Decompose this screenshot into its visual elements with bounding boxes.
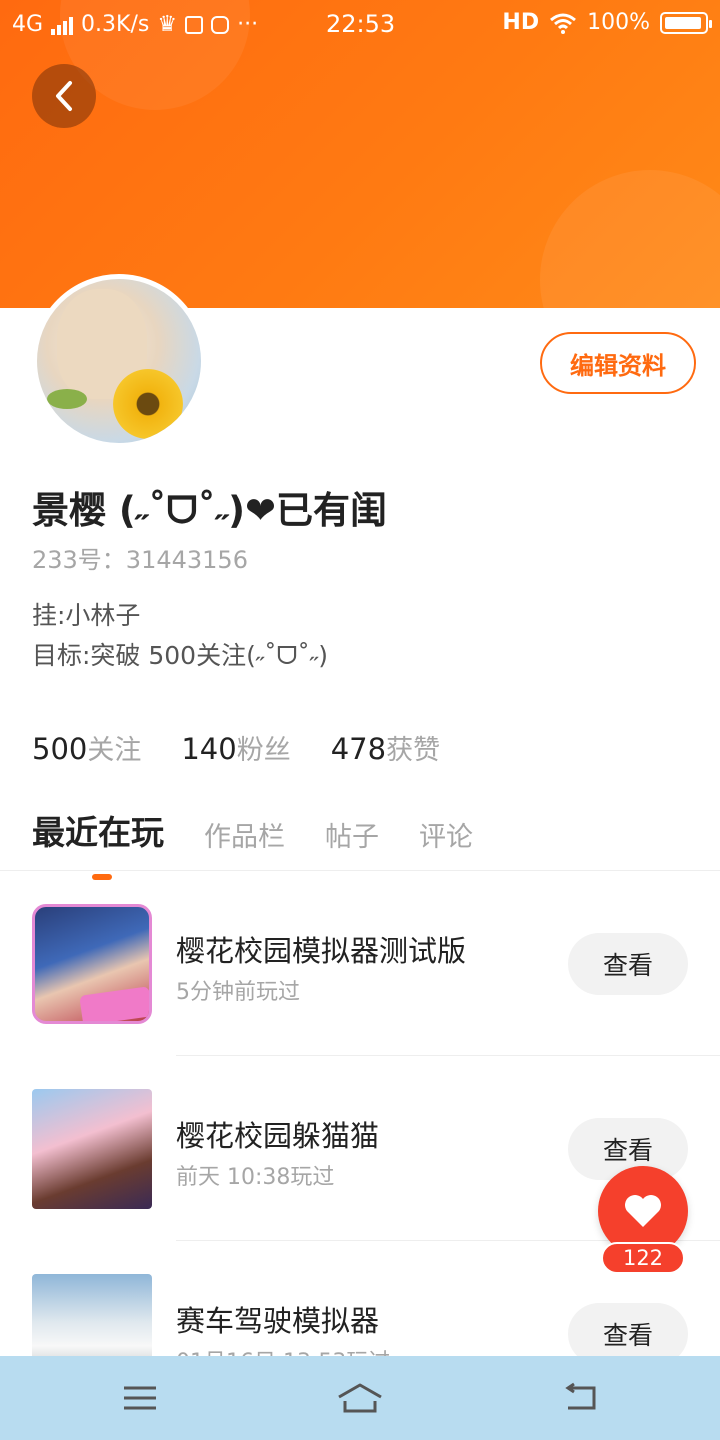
network-speed: 0.3K/s <box>81 12 150 37</box>
divider <box>176 1055 720 1056</box>
likes-stat[interactable]: 478获赞 <box>331 728 440 767</box>
home-button[interactable] <box>330 1372 390 1424</box>
game-play-time: 前天 10:38玩过 <box>176 1165 335 1190</box>
tab-works[interactable]: 作品栏 <box>204 815 285 854</box>
home-icon <box>338 1383 382 1413</box>
view-button[interactable]: 查看 <box>568 1303 688 1356</box>
following-stat[interactable]: 500关注 <box>32 728 141 767</box>
heart-icon <box>625 1195 661 1227</box>
list-item[interactable]: 樱花校园模拟器测试版 5分钟前玩过 查看 <box>0 886 720 1071</box>
network-type: 4G <box>12 12 44 37</box>
followers-stat[interactable]: 140粉丝 <box>181 728 290 767</box>
back-button[interactable] <box>32 64 96 128</box>
header-decoration <box>540 170 720 308</box>
bio-line: 挂:小林子 <box>32 601 141 630</box>
battery-icon <box>660 11 712 34</box>
edit-profile-button[interactable]: 编辑资料 <box>540 332 696 394</box>
menu-icon <box>124 1386 156 1410</box>
user-id: 233号：31443156 <box>32 546 248 574</box>
stat-number: 478 <box>330 732 387 766</box>
divider <box>0 870 720 871</box>
bio: 挂:小林子 目标:突破 500关注(˶˚ᗜ˚˶) <box>32 596 328 676</box>
game-thumbnail[interactable] <box>32 904 152 1024</box>
signal-icon <box>51 15 74 35</box>
tab-bar: 最近在玩 作品栏 帖子 评论 <box>32 806 513 880</box>
more-icon: ··· <box>237 12 259 37</box>
game-title: 赛车驾驶模拟器 <box>176 1304 380 1338</box>
stat-label: 关注 <box>87 735 142 766</box>
crown-icon: ♛ <box>157 12 178 37</box>
stats-row: 500关注 140粉丝 478获赞 <box>32 728 440 767</box>
game-title: 樱花校园模拟器测试版 <box>176 934 467 968</box>
wifi-icon <box>550 13 577 34</box>
stat-number: 140 <box>181 732 237 766</box>
game-play-time: 01月16日 13:53玩过 <box>176 1344 390 1356</box>
bio-line: 目标:突破 500关注(˶˚ᗜ˚˶) <box>32 641 328 670</box>
game-thumbnail[interactable] <box>32 1089 152 1209</box>
nickname: 景樱 (˶˚ᗜ˚˶)❤已有闺 <box>32 489 388 532</box>
stat-label: 获赞 <box>386 735 441 766</box>
tab-posts[interactable]: 帖子 <box>325 815 379 854</box>
status-bar: 4G 0.3K/s ♛ ··· 22:53 HD 100% <box>0 0 720 50</box>
chevron-left-icon <box>56 81 72 111</box>
game-title: 樱花校园躲猫猫 <box>176 1119 380 1153</box>
stat-label: 粉丝 <box>236 735 291 766</box>
view-button[interactable]: 查看 <box>568 933 688 995</box>
return-icon <box>565 1382 596 1410</box>
app-notification-icon <box>211 15 230 34</box>
tab-recently-played[interactable]: 最近在玩 <box>32 806 164 880</box>
system-nav-bar <box>0 1356 720 1440</box>
stat-number: 500 <box>32 732 88 766</box>
clock: 22:53 <box>326 10 396 38</box>
game-play-time: 5分钟前玩过 <box>176 980 300 1005</box>
return-button[interactable] <box>550 1372 610 1424</box>
tab-comments[interactable]: 评论 <box>419 815 473 854</box>
menu-button[interactable] <box>110 1372 170 1424</box>
clipboard-icon <box>185 15 204 34</box>
battery-percent: 100% <box>587 10 650 35</box>
like-count-badge: 122 <box>601 1242 685 1274</box>
hd-indicator: HD <box>502 10 540 35</box>
avatar[interactable] <box>32 274 206 448</box>
game-thumbnail[interactable] <box>32 1274 152 1356</box>
